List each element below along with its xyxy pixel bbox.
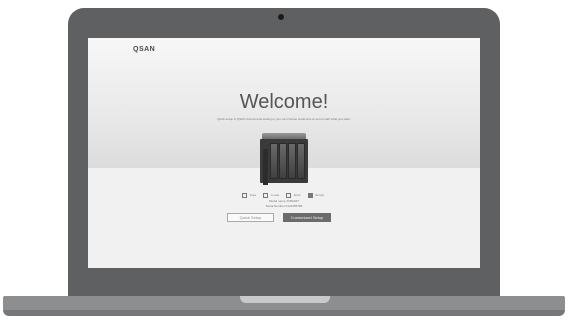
webcam-icon	[278, 14, 284, 20]
legend-item: Error	[286, 193, 303, 198]
laptop-screen: QSAN Welcome! Quick setup is QSAN recomm…	[88, 38, 480, 268]
drive-bay-4[interactable]	[297, 143, 305, 179]
laptop-base	[3, 296, 565, 316]
customized-setup-button[interactable]: Customized Setup	[283, 213, 331, 222]
laptop-lid: QSAN Welcome! Quick setup is QSAN recomm…	[68, 8, 500, 304]
nas-device-image	[260, 133, 308, 185]
drive-bay-1[interactable]	[270, 143, 278, 179]
model-name: Model name XN5004T	[268, 199, 300, 203]
quick-setup-button[interactable]: Quick Setup	[227, 213, 274, 222]
legend-item: Empty	[307, 193, 327, 198]
brand-logo: QSAN	[133, 46, 156, 53]
page-subtitle: Quick setup is QSAN recommend setting or…	[217, 117, 351, 121]
drive-bay-2[interactable]	[279, 143, 287, 179]
legend-item: In use	[262, 193, 281, 198]
legend-swatch-icon	[262, 193, 268, 198]
legend-swatch-icon	[241, 193, 247, 198]
serial-number: Serial Number 0123456789	[265, 204, 303, 208]
laptop-notch	[240, 296, 330, 303]
legend-swatch-icon	[286, 193, 291, 198]
laptop-foot	[3, 310, 565, 316]
drive-bay-3[interactable]	[288, 143, 296, 179]
legend-item: Free	[241, 193, 258, 198]
page-title: Welcome!	[239, 91, 329, 113]
nas-front-panel	[263, 149, 268, 185]
legend-swatch-icon	[307, 193, 313, 198]
drive-status-legend: Free In use Error Empty	[88, 193, 480, 198]
